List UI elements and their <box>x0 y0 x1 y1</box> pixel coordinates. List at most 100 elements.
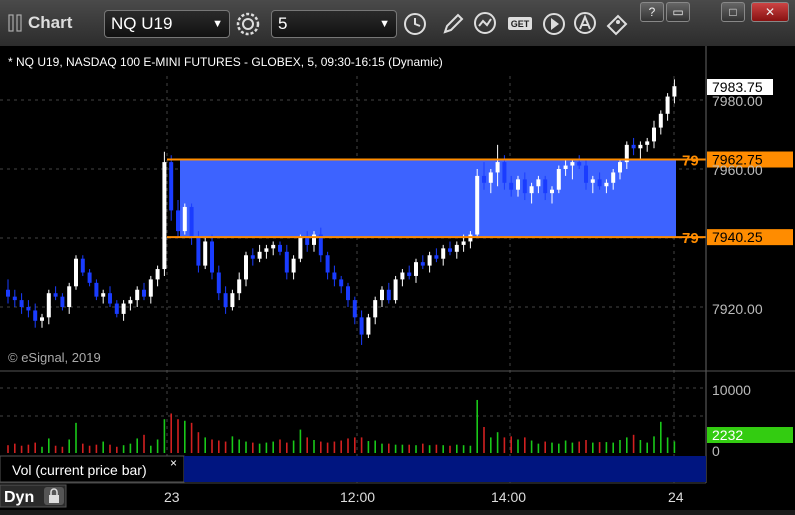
candle-body <box>250 255 255 259</box>
candle-body <box>346 286 350 301</box>
candle-body <box>176 210 180 232</box>
candle-body <box>584 165 588 183</box>
volume-series <box>7 399 676 453</box>
candle-body <box>291 258 296 273</box>
study-line-icon[interactable] <box>472 10 500 38</box>
candle-body <box>223 293 228 307</box>
chart-area[interactable]: 79 7962.75 79 7940.25 * NQ U19, NASDAQ 100 … <box>0 46 795 510</box>
candle-body <box>19 300 24 307</box>
candle-body <box>407 272 412 276</box>
svg-text:GET: GET <box>511 19 530 29</box>
price-tick: 7920.00 <box>712 301 763 317</box>
candle-body <box>645 141 650 145</box>
alert-icon[interactable] <box>572 10 600 38</box>
interval-select[interactable]: 5 ▼ <box>271 10 397 38</box>
candle-body <box>312 234 316 245</box>
price-tick: 7980.00 <box>712 93 763 109</box>
candle-body <box>529 186 534 194</box>
candle-body <box>203 241 208 266</box>
price-zone <box>180 159 676 238</box>
candle-body <box>60 296 65 307</box>
candle-body <box>577 162 582 166</box>
candle-body <box>33 310 38 321</box>
candle-body <box>196 238 201 266</box>
candle-body <box>325 255 330 273</box>
candle-body <box>414 262 418 276</box>
candle-body <box>359 317 364 335</box>
price-chart[interactable]: 79 7962.7579 7940.25 * NQ U19, NASDAQ 100 … <box>0 46 795 510</box>
volume-tick: 10000 <box>712 382 751 398</box>
time-label: 24 <box>668 489 684 505</box>
candle-body <box>482 175 486 183</box>
candle-body <box>121 303 126 314</box>
volume-tick: 0 <box>712 443 720 459</box>
symbol-value: NQ U19 <box>111 14 173 33</box>
candle-body <box>461 241 466 245</box>
candle-body <box>597 179 602 187</box>
candle-body <box>441 248 446 259</box>
chart-info: * NQ U19, NASDAQ 100 E-MINI FUTURES - GL… <box>8 55 443 69</box>
candle-body <box>448 248 452 252</box>
dyn-tag[interactable]: Dyn <box>4 489 34 506</box>
settings-gear-icon[interactable] <box>234 10 262 38</box>
time-label: 14:00 <box>491 489 526 505</box>
candle-body <box>142 289 146 297</box>
volume-close-icon[interactable]: × <box>170 456 177 470</box>
level-price: 7940.25 <box>712 229 763 245</box>
restore-button[interactable]: ▭ <box>666 2 690 22</box>
candle-body <box>6 289 10 297</box>
maximize-button[interactable]: □ <box>721 2 745 22</box>
candle-body <box>74 258 78 287</box>
candle-body <box>155 269 160 280</box>
candle-body <box>284 251 289 273</box>
candle-body <box>135 289 140 301</box>
volume-legend: Vol (current price bar) <box>12 462 147 478</box>
candle-body <box>543 179 548 194</box>
candle-body <box>189 206 194 238</box>
candle-body <box>67 286 72 307</box>
candle-body <box>618 162 622 173</box>
candle-body <box>550 189 554 194</box>
chevron-down-icon: ▼ <box>212 18 223 30</box>
candle-body <box>257 251 262 259</box>
candle-body <box>509 182 514 190</box>
candle-body <box>169 162 174 211</box>
candle-body <box>298 238 303 259</box>
candle-body <box>400 272 405 280</box>
candle-body <box>114 303 119 314</box>
close-button[interactable]: ✕ <box>751 2 789 22</box>
candle-body <box>631 144 636 149</box>
price-tick: 7960.00 <box>712 162 763 178</box>
candle-body <box>502 162 507 183</box>
chevron-down-icon: ▼ <box>379 18 390 30</box>
candle-body <box>305 238 310 245</box>
level-tag: 79 <box>682 153 699 170</box>
play-icon[interactable] <box>540 10 568 38</box>
candle-body <box>373 300 378 318</box>
candle-body <box>536 179 541 187</box>
lock-icon[interactable] <box>44 487 64 505</box>
candle-body <box>210 241 214 273</box>
candle-body <box>658 113 663 128</box>
candle-body <box>611 172 616 183</box>
pencil-icon[interactable] <box>439 10 467 38</box>
link-tag-icon[interactable] <box>604 10 632 38</box>
candle-body <box>522 179 527 194</box>
candle-body <box>94 282 99 297</box>
candle-body <box>427 255 432 266</box>
grip-icon[interactable] <box>6 12 30 34</box>
minimize-button[interactable]: ? <box>640 2 664 22</box>
candle-body <box>12 296 17 301</box>
candle-body <box>604 182 609 187</box>
symbol-select[interactable]: NQ U19 ▼ <box>104 10 230 38</box>
get-data-icon[interactable]: GET <box>506 10 534 38</box>
candle-body <box>570 162 575 166</box>
candle-body <box>53 293 58 297</box>
candle-body <box>101 293 106 297</box>
candle-body <box>475 175 480 235</box>
clock-icon[interactable] <box>401 10 429 38</box>
grid-lines <box>0 76 706 483</box>
candle-body <box>46 293 51 318</box>
candle-body <box>244 255 248 280</box>
candle-body <box>182 206 187 232</box>
